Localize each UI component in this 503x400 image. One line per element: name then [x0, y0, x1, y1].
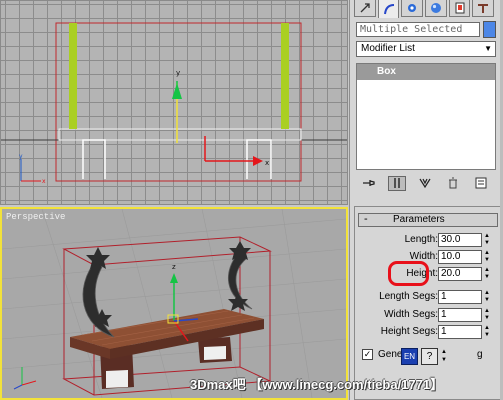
show-end-result-button[interactable] [388, 175, 406, 191]
left-moon-bar [69, 23, 77, 129]
height-segs-param: Height Segs: 1 ▲ ▼ [358, 325, 498, 340]
left-leg [82, 139, 106, 179]
length-input[interactable]: 30.0 [438, 233, 482, 247]
modify-tab[interactable] [377, 0, 400, 18]
right-moon-bar [281, 23, 289, 129]
width-spinner[interactable]: ▲ ▼ [484, 250, 492, 264]
remove-modifier-button[interactable] [444, 176, 462, 191]
modifier-list-label: Modifier List [361, 43, 415, 54]
width-segs-param: Width Segs: 1 ▲ ▼ [358, 308, 498, 323]
configure-modifier-sets-button[interactable] [472, 176, 490, 191]
width-segs-spinner[interactable]: ▲ ▼ [484, 308, 492, 322]
utilities-tab[interactable] [472, 0, 495, 17]
svg-text:x: x [265, 159, 269, 167]
make-unique-icon [419, 178, 431, 189]
left-moon [82, 258, 115, 338]
height-segs-spinner[interactable]: ▲ ▼ [484, 325, 492, 339]
command-panel: Multiple Selected Modifier List ▼ Box - … [349, 0, 503, 400]
right-star-bottom [228, 293, 248, 311]
utilities-icon [478, 4, 489, 13]
board-outline [58, 128, 302, 141]
top-viewport-scene: y x y x [1, 22, 347, 185]
generate-mapping-label: Gene [378, 349, 403, 360]
motion-icon [430, 3, 441, 13]
ime-arrows[interactable]: ▲ ▼ [441, 348, 451, 365]
height-spinner[interactable]: ▲ ▼ [484, 267, 492, 281]
length-label: Length: [404, 234, 438, 245]
height-segs-input[interactable]: 1 [438, 325, 482, 339]
show-end-result-icon [394, 178, 400, 188]
command-panel-tabs [354, 0, 495, 18]
ime-toolbar: EN ? ▲ ▼ [401, 348, 463, 366]
parameters-title: Parameters [393, 214, 445, 225]
generate-mapping-label-tail: g [477, 349, 483, 360]
width-segs-input[interactable]: 1 [438, 308, 482, 322]
ime-help-button[interactable]: ? [421, 348, 438, 365]
selection-name-field[interactable]: Multiple Selected [356, 22, 480, 37]
make-unique-button[interactable] [416, 176, 434, 191]
hierarchy-icon [408, 4, 417, 12]
stack-toolbar [360, 175, 496, 191]
perspective-viewport-label[interactable]: Perspective [6, 212, 65, 222]
width-input[interactable]: 10.0 [438, 250, 482, 264]
length-segs-input[interactable]: 1 [438, 290, 482, 304]
length-segs-spinner[interactable]: ▲ ▼ [484, 290, 492, 304]
create-icon [360, 3, 370, 13]
perspective-scene: z [2, 209, 346, 398]
pin-stack-icon [363, 180, 375, 186]
perspective-viewport[interactable]: z Perspective [0, 207, 348, 400]
height-highlight-circle [388, 261, 429, 286]
modifier-list-dropdown[interactable]: Modifier List ▼ [356, 41, 496, 57]
motion-tab[interactable] [425, 0, 447, 17]
svg-text:z: z [172, 263, 176, 271]
width-segs-label: Width Segs: [384, 309, 438, 320]
height-segs-label: Height Segs: [380, 326, 438, 337]
pin-stack-button[interactable] [360, 176, 378, 191]
collapse-icon: - [364, 213, 368, 225]
modify-icon [383, 4, 394, 15]
display-icon [455, 2, 465, 14]
tripod-y [13, 384, 23, 390]
chevron-down-icon: ▼ [484, 44, 492, 53]
stack-item-box[interactable]: Box [357, 64, 495, 80]
configure-modifier-sets-icon [475, 177, 487, 189]
gizmo-z-arrow [170, 273, 178, 283]
svg-text:x: x [42, 178, 46, 185]
object-color-swatch[interactable] [483, 21, 496, 38]
display-tab[interactable] [448, 0, 471, 17]
ime-language-button[interactable]: EN [401, 348, 418, 365]
gizmo-y-arrow [172, 83, 182, 99]
height-input[interactable]: 20.0 [438, 267, 482, 281]
length-spinner[interactable]: ▲ ▼ [484, 233, 492, 247]
watermark-text: 3Dmax吧 【www.linecg.com/tieba/1771】 [190, 377, 444, 392]
modifier-stack[interactable]: Box [356, 63, 496, 170]
generate-mapping-checkbox[interactable]: ✓ [362, 349, 373, 360]
svg-text:y: y [176, 69, 180, 77]
gizmo-x-arrow [253, 156, 263, 166]
create-tab[interactable] [354, 0, 376, 17]
length-segs-label: Length Segs: [379, 291, 438, 302]
svg-text:y: y [19, 153, 23, 160]
length-param: Length: 30.0 ▲ ▼ [358, 233, 498, 248]
remove-modifier-icon [449, 177, 457, 189]
right-leg-light [204, 346, 226, 360]
parameters-rollout-header[interactable]: - Parameters [358, 213, 498, 227]
tripod-x [21, 380, 37, 386]
length-segs-param: Length Segs: 1 ▲ ▼ [358, 290, 498, 305]
top-viewport[interactable]: y x y x [0, 0, 348, 205]
left-leg-light [106, 370, 128, 388]
width-param: Width: 10.0 ▲ ▼ [358, 250, 498, 265]
selection-bounds [55, 22, 302, 182]
hierarchy-tab[interactable] [401, 0, 424, 17]
